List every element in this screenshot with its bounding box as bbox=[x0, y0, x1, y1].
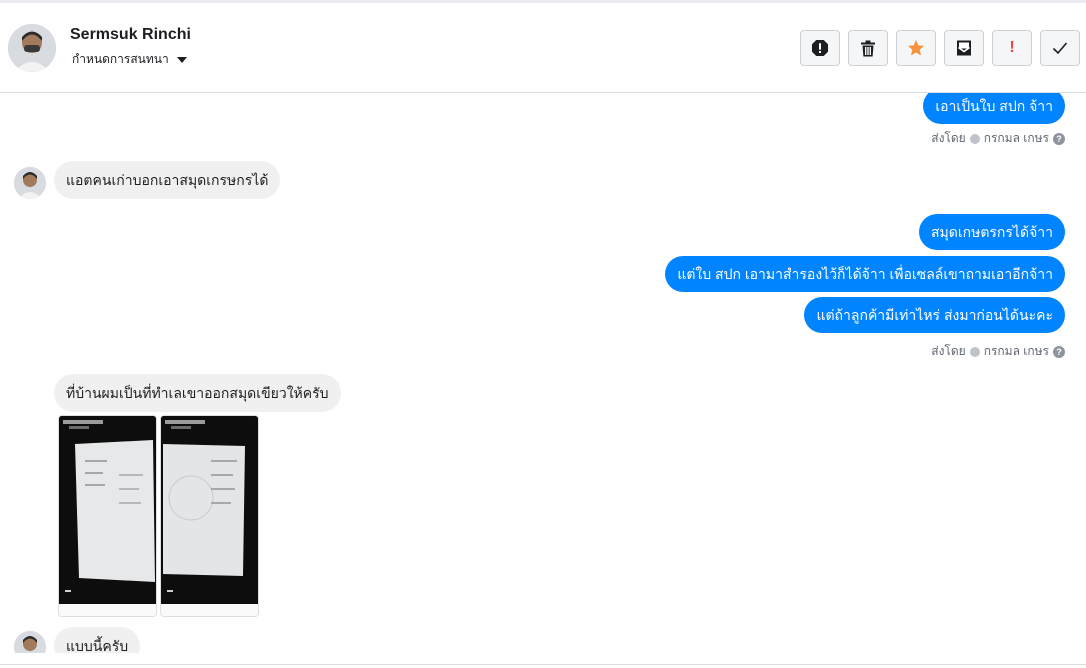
sent-by-label: ส่งโดย bbox=[931, 131, 966, 145]
photo-attachment[interactable] bbox=[160, 415, 259, 617]
caret-down-icon bbox=[176, 56, 187, 63]
delete-button[interactable] bbox=[848, 30, 888, 66]
incoming-message[interactable]: แอตคนเก่าบอกเอาสมุดเกรษกรได้ bbox=[54, 161, 281, 199]
conversation-settings-label: กำหนดการสนทนา bbox=[72, 52, 169, 66]
mark-unread-button[interactable] bbox=[944, 30, 984, 66]
star-button[interactable] bbox=[896, 30, 936, 66]
sent-by-line: ส่งโดย กรกมล เกษร ? bbox=[931, 129, 1065, 148]
exclamation-icon: ! bbox=[1009, 39, 1015, 56]
star-icon bbox=[908, 40, 924, 56]
trash-icon bbox=[861, 40, 875, 56]
sender-avatar[interactable] bbox=[14, 167, 46, 199]
composer-divider bbox=[0, 664, 1086, 665]
incoming-message[interactable]: ที่บ้านผมเป็นที่ทำเลเขาออกสมุดเขียวให้คร… bbox=[54, 374, 341, 412]
sent-by-label: ส่งโดย bbox=[931, 344, 966, 358]
action-toolbar: ! bbox=[800, 30, 1080, 66]
mail-envelope-icon bbox=[957, 40, 971, 56]
check-circle-icon bbox=[969, 346, 980, 357]
phone-navbar bbox=[59, 604, 156, 616]
help-icon[interactable]: ? bbox=[1053, 345, 1065, 358]
message-thread[interactable]: เอาเป็นใบ สปก จ้าา ส่งโดย กรกมล เกษร ? แ… bbox=[0, 93, 1086, 653]
outgoing-message[interactable]: แต่ถ้าลูกค้ามีเท่าไหร่ ส่งมาก่อนได้นะคะ bbox=[804, 297, 1065, 333]
outgoing-message[interactable]: แต่ใบ สปก เอามาสำรองไว้ก็ได้จ้าา เพื่อเซ… bbox=[665, 256, 1065, 292]
outgoing-message[interactable]: สมุดเกษตรกรได้จ้าา bbox=[918, 214, 1065, 250]
checkmark-icon bbox=[1052, 42, 1068, 55]
help-icon[interactable]: ? bbox=[1053, 132, 1065, 145]
sender-name: กรกมล เกษร bbox=[983, 344, 1049, 358]
conversation-header: Sermsuk Rinchi กำหนดการสนทนา ! bbox=[0, 3, 1086, 93]
outgoing-message[interactable]: เอาเป็นใบ สปก จ้าา bbox=[923, 93, 1065, 124]
report-button[interactable] bbox=[800, 30, 840, 66]
sender-avatar[interactable] bbox=[14, 631, 46, 653]
contact-name[interactable]: Sermsuk Rinchi bbox=[70, 26, 191, 44]
conversation-settings-dropdown[interactable]: กำหนดการสนทนา bbox=[72, 50, 187, 69]
phone-screenshot-image bbox=[59, 416, 156, 604]
alert-icon bbox=[812, 40, 828, 56]
contact-avatar[interactable] bbox=[8, 24, 56, 72]
photo-attachment[interactable] bbox=[58, 415, 157, 617]
spam-button[interactable]: ! bbox=[992, 30, 1032, 66]
incoming-message[interactable]: แบบนี้ครับ bbox=[54, 627, 141, 653]
phone-screenshot-image bbox=[161, 416, 258, 604]
phone-navbar bbox=[161, 604, 258, 616]
sender-name: กรกมล เกษร bbox=[983, 131, 1049, 145]
sent-by-line: ส่งโดย กรกมล เกษร ? bbox=[931, 342, 1065, 361]
check-circle-icon bbox=[969, 133, 980, 144]
mark-done-button[interactable] bbox=[1040, 30, 1080, 66]
